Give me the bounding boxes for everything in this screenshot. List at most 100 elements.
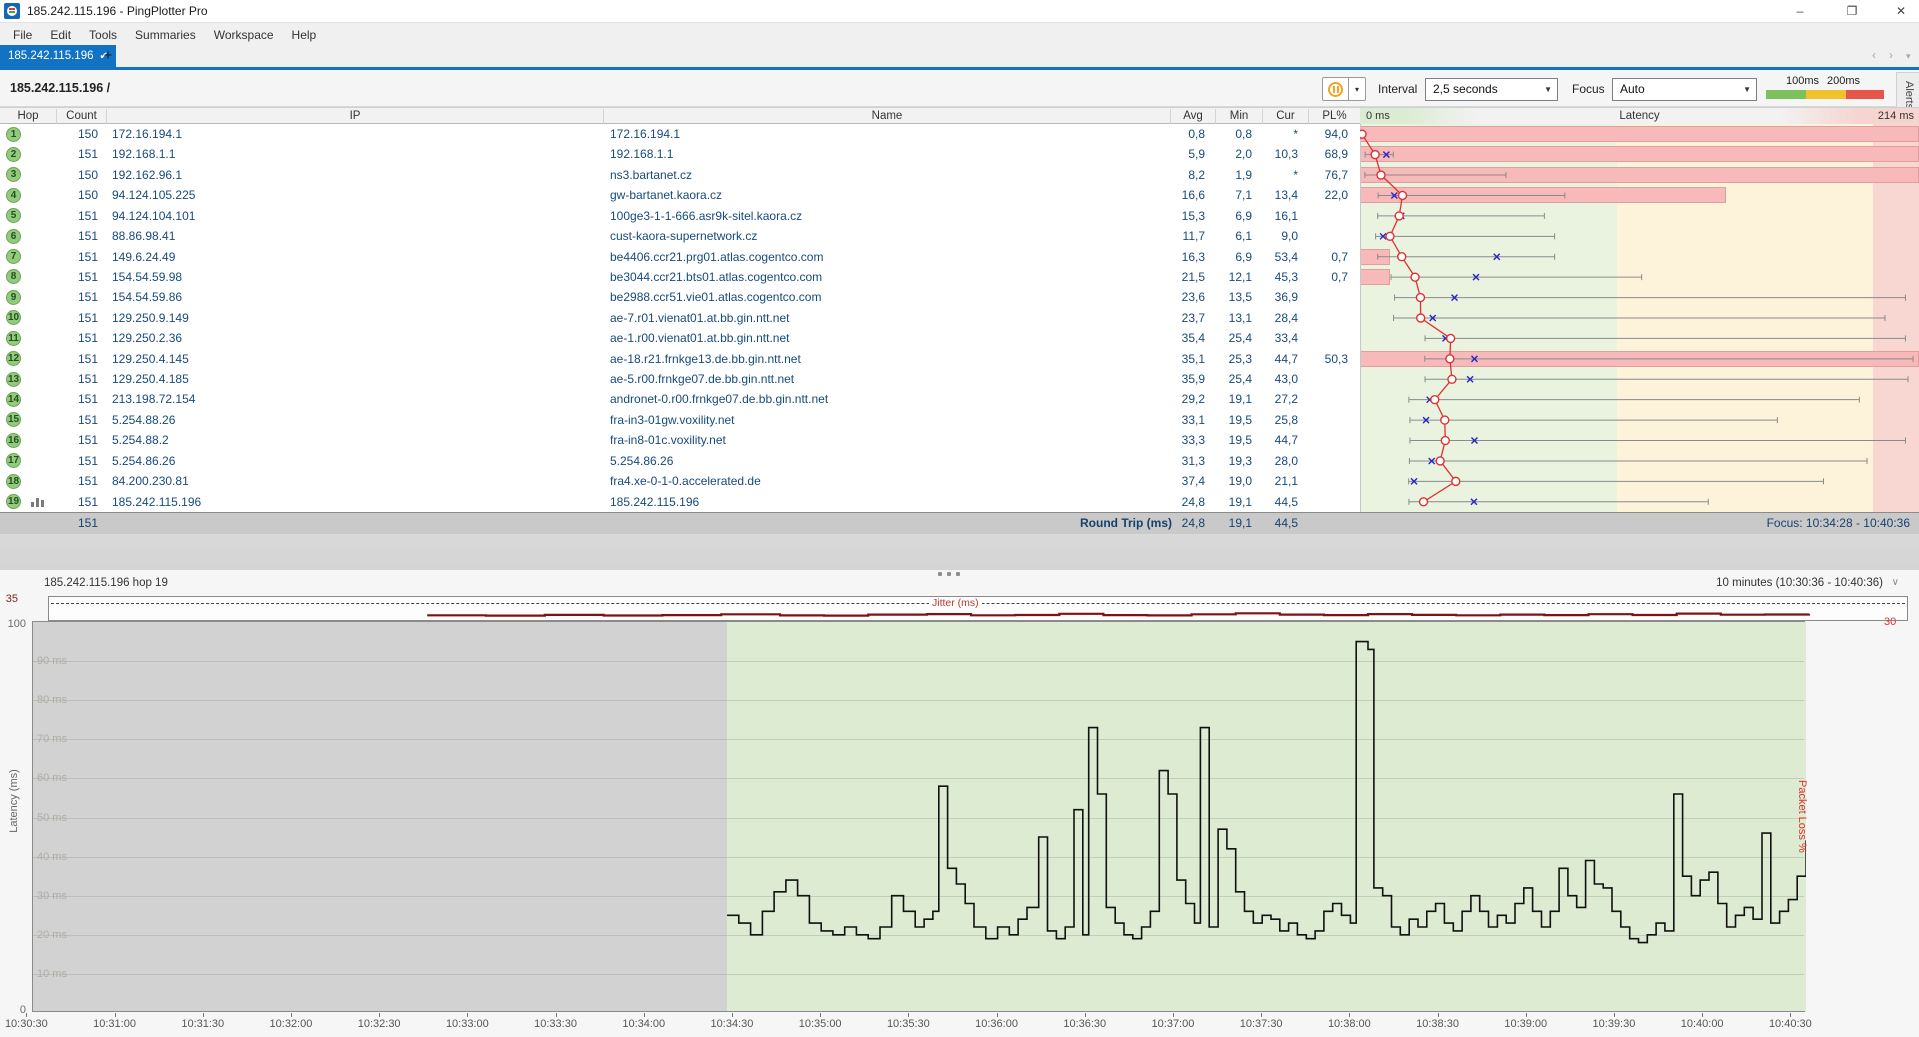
focus-select[interactable]: Auto ▼: [1612, 78, 1757, 101]
packet-loss-bar: [1361, 126, 1919, 142]
table-row[interactable]: 171515.254.86.265.254.86.2631,319,328,0: [0, 451, 1919, 471]
hop-name: be3044.ccr21.bts01.atlas.cogentco.com: [603, 267, 1170, 287]
menu-item-workspace[interactable]: Workspace: [205, 26, 283, 44]
hop-packet-loss: [1308, 389, 1360, 409]
hop-ip: 129.250.2.36: [106, 328, 603, 348]
hop-packet-loss: [1308, 287, 1360, 307]
hop-avg: 5,9: [1170, 144, 1215, 164]
chevron-down-icon: ▼: [1544, 79, 1552, 100]
menu-item-summaries[interactable]: Summaries: [126, 26, 205, 44]
hop-cur: 9,0: [1262, 226, 1308, 246]
minimize-button[interactable]: –: [1782, 0, 1818, 23]
hop-number-badge: 3: [6, 167, 21, 182]
hop-ip: 129.250.9.149: [106, 308, 603, 328]
close-button[interactable]: ✕: [1883, 0, 1919, 23]
hop-count: 151: [56, 349, 106, 369]
hop-min: 13,1: [1215, 308, 1262, 328]
col-header-cur[interactable]: Cur: [1262, 109, 1308, 124]
table-row[interactable]: 2151192.168.1.1192.168.1.15,92,010,368,9: [0, 144, 1919, 164]
table-row[interactable]: 1815184.200.230.81fra4.xe-0-1-0.accelera…: [0, 471, 1919, 491]
tab-scroll-right-icon[interactable]: ›: [1889, 48, 1893, 62]
hop-avg: 23,7: [1170, 308, 1215, 328]
hop-avg: 35,1: [1170, 349, 1215, 369]
time-tick-label: 10:35:00: [785, 1018, 855, 1030]
menu-item-file[interactable]: File: [4, 26, 41, 44]
pause-split-button[interactable]: ▾: [1322, 77, 1366, 101]
latency-title: Latency: [1360, 108, 1919, 124]
hop-min: 2,0: [1215, 144, 1262, 164]
table-row[interactable]: 9151154.54.59.86be2988.ccr51.vie01.atlas…: [0, 287, 1919, 307]
table-row[interactable]: 12151129.250.4.145ae-18.r21.frnkge13.de.…: [0, 349, 1919, 369]
table-row[interactable]: 3150192.162.96.1ns3.bartanet.cz8,21,9*76…: [0, 165, 1919, 185]
new-tab-button[interactable]: +: [96, 45, 120, 67]
table-row[interactable]: 10151129.250.9.149ae-7.r01.vienat01.at.b…: [0, 308, 1919, 328]
interval-select[interactable]: 2,5 seconds ▼: [1425, 78, 1558, 101]
hop-packet-loss: 0,7: [1308, 247, 1360, 267]
hop-ip: 149.6.24.49: [106, 247, 603, 267]
table-row[interactable]: 515194.124.104.101100ge3-1-1-666.asr9k-s…: [0, 206, 1919, 226]
packet-loss-bar: [1361, 167, 1919, 183]
pause-button[interactable]: [1322, 77, 1349, 101]
table-row[interactable]: 161515.254.88.2fra-in8-01c.voxility.net3…: [0, 430, 1919, 450]
tab-scroll-left-icon[interactable]: ‹: [1872, 48, 1876, 62]
col-header-hop[interactable]: Hop: [0, 109, 56, 124]
table-row[interactable]: 8151154.54.59.98be3044.ccr21.bts01.atlas…: [0, 267, 1919, 287]
panel-splitter[interactable]: [0, 534, 1919, 580]
table-row[interactable]: 13151129.250.4.185ae-5.r00.frnkge07.de.b…: [0, 369, 1919, 389]
col-header-avg[interactable]: Avg: [1170, 109, 1215, 124]
hop-ip: 185.242.115.196: [106, 492, 603, 512]
latency-step-line: [33, 622, 1806, 1013]
table-row[interactable]: 415094.124.105.225gw-bartanet.kaora.cz16…: [0, 185, 1919, 205]
col-header-ip[interactable]: IP: [106, 109, 603, 124]
table-row[interactable]: 1150172.16.194.1172.16.194.10,80,8*94,0: [0, 124, 1919, 144]
time-tick: [1261, 1013, 1262, 1017]
pause-options-caret-icon[interactable]: ▾: [1349, 77, 1366, 101]
jitter-max-value: 35: [0, 593, 18, 605]
col-header-pl[interactable]: PL%: [1308, 109, 1360, 124]
packet-loss-bar: [1361, 146, 1919, 162]
table-row[interactable]: 19151185.242.115.196185.242.115.19624,81…: [0, 492, 1919, 512]
hop-count: 151: [56, 430, 106, 450]
time-tick-label: 10:40:30: [1755, 1018, 1825, 1030]
col-header-count[interactable]: Count: [56, 109, 106, 124]
hop-avg: 29,2: [1170, 389, 1215, 409]
timeline-range-selector[interactable]: 10 minutes (10:30:36 - 10:40:36): [1716, 577, 1883, 589]
footer-cur: 44,5: [1262, 513, 1308, 535]
timeline-plot[interactable]: 90 ms80 ms70 ms60 ms50 ms40 ms30 ms20 ms…: [32, 621, 1805, 1012]
splitter-handle-icon[interactable]: [938, 572, 960, 576]
col-header-name[interactable]: Name: [603, 109, 1170, 124]
col-header-min[interactable]: Min: [1215, 109, 1262, 124]
window-title: 185.242.115.196 - PingPlotter Pro: [27, 4, 208, 18]
app-icon: [4, 3, 20, 19]
hop-cur: 13,4: [1262, 185, 1308, 205]
hop-cur: 36,9: [1262, 287, 1308, 307]
packet-loss-axis-label: Packet Loss %: [1796, 780, 1808, 853]
hop-avg: 24,8: [1170, 492, 1215, 512]
restore-button[interactable]: ❐: [1834, 0, 1870, 23]
hop-count: 150: [56, 185, 106, 205]
time-tick: [26, 1013, 27, 1017]
hop-ip: 5.254.88.2: [106, 430, 603, 450]
tab-list-caret-icon[interactable]: ▾: [1906, 51, 1911, 62]
hop-avg: 11,7: [1170, 226, 1215, 246]
menu-item-help[interactable]: Help: [283, 26, 326, 44]
table-row[interactable]: 11151129.250.2.36ae-1.r00.vienat01.at.bb…: [0, 328, 1919, 348]
hop-packet-loss: [1308, 308, 1360, 328]
menu-item-edit[interactable]: Edit: [41, 26, 80, 44]
chevron-down-icon[interactable]: ∨: [1892, 577, 1899, 588]
table-row[interactable]: 7151149.6.24.49be4406.ccr21.prg01.atlas.…: [0, 247, 1919, 267]
hop-cur: 44,5: [1262, 492, 1308, 512]
table-row[interactable]: 151515.254.88.26fra-in3-01gw.voxility.ne…: [0, 410, 1919, 430]
time-tick: [820, 1013, 821, 1017]
hop-ip: 213.198.72.154: [106, 389, 603, 409]
time-tick-label: 10:36:30: [1050, 1018, 1120, 1030]
hop-number-badge: 14: [6, 392, 21, 407]
table-row[interactable]: 14151213.198.72.154andronet-0.r00.frnkge…: [0, 389, 1919, 409]
hop-avg: 23,6: [1170, 287, 1215, 307]
menu-item-tools[interactable]: Tools: [80, 26, 126, 44]
table-row[interactable]: 615188.86.98.41cust-kaora-supernetwork.c…: [0, 226, 1919, 246]
tab-target-label: 185.242.115.196: [8, 50, 93, 62]
hop-avg: 31,3: [1170, 451, 1215, 471]
time-tick: [1702, 1013, 1703, 1017]
focus-label: Focus: [1572, 82, 1605, 96]
